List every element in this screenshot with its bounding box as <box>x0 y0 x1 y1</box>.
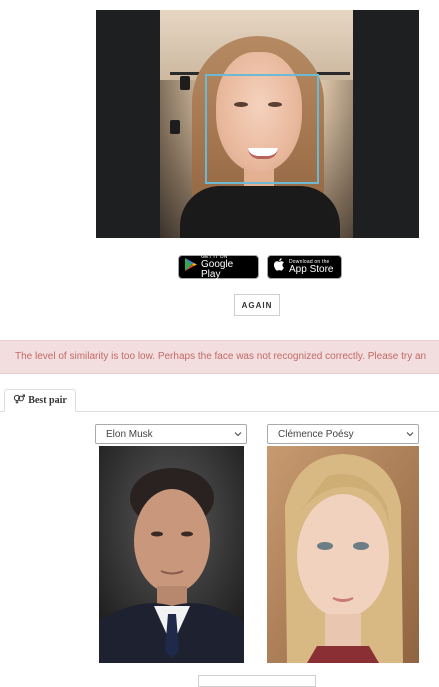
celebrity-select-right-value: Clémence Poésy <box>278 428 354 440</box>
chevron-down-icon <box>234 432 242 437</box>
app-store-badge[interactable]: Download on the App Store <box>267 255 342 279</box>
tab-best-pair[interactable]: Best pair <box>4 389 76 412</box>
google-play-icon <box>185 258 197 276</box>
chevron-down-icon <box>406 432 414 437</box>
celebrity-select-left[interactable]: Elon Musk <box>95 424 247 444</box>
alert-text: The level of similarity is too low. Perh… <box>15 351 427 362</box>
again-button[interactable]: AGAIN <box>234 294 280 316</box>
celebrity-select-right[interactable]: Clémence Poésy <box>267 424 419 444</box>
app-store-label: App Store <box>289 263 334 275</box>
google-play-badge[interactable]: GET IT ON Google Play <box>178 254 259 280</box>
bottom-button[interactable] <box>198 675 316 687</box>
celebrity-select-left-value: Elon Musk <box>106 428 153 440</box>
google-play-label: Google Play <box>201 258 234 280</box>
apple-icon <box>273 258 285 276</box>
celebrity-photo-right <box>267 446 419 663</box>
face-detection-box <box>205 74 319 184</box>
gender-icon <box>13 394 26 407</box>
celebrity-photo-left <box>99 446 244 663</box>
tab-best-pair-label: Best pair <box>28 395 67 406</box>
low-similarity-alert: The level of similarity is too low. Perh… <box>0 340 439 374</box>
